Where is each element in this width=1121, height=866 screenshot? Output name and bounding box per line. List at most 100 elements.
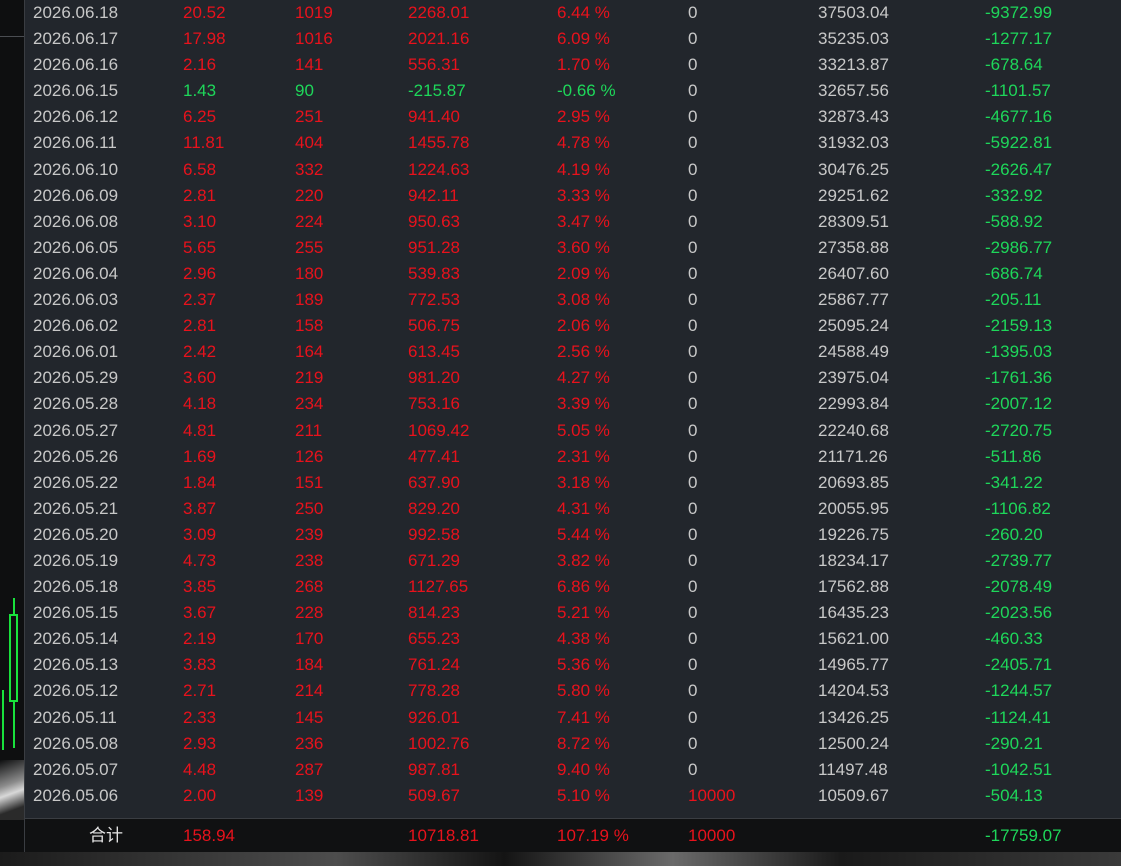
cell-c: 539.83 bbox=[408, 263, 460, 283]
cell-d: 4.78 % bbox=[557, 133, 610, 153]
cell-c: 772.53 bbox=[408, 290, 460, 310]
cell-b: 211 bbox=[295, 420, 323, 440]
table-row[interactable]: 2026.05.13 3.83 184 761.24 5.36 % 0 14965.77 -2… bbox=[25, 652, 1121, 678]
cell-f: 35235.03 bbox=[818, 29, 889, 49]
daily-records-table: 2026.06.18 20.52 1019 2268.01 6.44 % 0 37503.0… bbox=[25, 0, 1121, 818]
cell-f: 21171.26 bbox=[818, 446, 888, 466]
cell-c: 778.28 bbox=[408, 681, 460, 701]
table-row[interactable]: 2026.06.05 5.65 255 951.28 3.60 % 0 27358.88 -2… bbox=[25, 235, 1121, 261]
table-row[interactable]: 2026.05.19 4.73 238 671.29 3.82 % 0 18234.17 -2… bbox=[25, 548, 1121, 574]
cell-f: 22240.68 bbox=[818, 420, 889, 440]
cell-c: 613.45 bbox=[408, 342, 460, 362]
cell-f: 19226.75 bbox=[818, 524, 889, 544]
cell-g: -1101.57 bbox=[985, 81, 1051, 101]
cell-d: 5.21 % bbox=[557, 603, 610, 623]
table-row[interactable]: 2026.05.26 1.69 126 477.41 2.31 % 0 21171.26 -5… bbox=[25, 444, 1121, 470]
table-row[interactable]: 2026.05.12 2.71 214 778.28 5.80 % 0 14204.53 -1… bbox=[25, 678, 1121, 704]
table-row[interactable]: 2026.05.06 2.00 139 509.67 5.10 % 10000 10509.… bbox=[25, 783, 1121, 809]
cell-g: -511.86 bbox=[985, 446, 1042, 466]
cell-f: 22993.84 bbox=[818, 394, 889, 414]
cell-a: 2.81 bbox=[183, 185, 217, 205]
table-row[interactable]: 2026.05.14 2.19 170 655.23 4.38 % 0 15621.00 -4… bbox=[25, 626, 1121, 652]
cell-e: 0 bbox=[688, 681, 698, 701]
total-label: 合计 bbox=[89, 826, 123, 845]
cell-f: 31932.03 bbox=[818, 133, 889, 153]
cell-d: 4.19 % bbox=[557, 159, 610, 179]
cell-date: 2026.05.26 bbox=[33, 446, 119, 466]
table-row[interactable]: 2026.06.10 6.58 332 1224.63 4.19 % 0 30476.25 -… bbox=[25, 157, 1121, 183]
cell-b: 239 bbox=[295, 524, 324, 544]
table-row[interactable]: 2026.05.20 3.09 239 992.58 5.44 % 0 19226.75 -2… bbox=[25, 522, 1121, 548]
cell-e: 0 bbox=[688, 759, 698, 779]
table-row[interactable]: 2026.06.02 2.81 158 506.75 2.06 % 0 25095.24 -2… bbox=[25, 313, 1121, 339]
cell-a: 3.87 bbox=[183, 498, 217, 518]
total-value-c: 10718.81 bbox=[408, 826, 479, 845]
cell-e: 0 bbox=[688, 3, 698, 22]
cell-b: 141 bbox=[295, 55, 324, 75]
cell-date: 2026.05.14 bbox=[33, 629, 119, 649]
table-row[interactable]: 2026.06.11 11.81 404 1455.78 4.78 % 0 31932.03… bbox=[25, 130, 1121, 156]
cell-b: 332 bbox=[295, 159, 324, 179]
cell-date: 2026.06.02 bbox=[33, 316, 119, 336]
table-row[interactable]: 2026.06.16 2.16 141 556.31 1.70 % 0 33213.87 -6… bbox=[25, 52, 1121, 78]
cell-b: 164 bbox=[295, 342, 324, 362]
table-row[interactable]: 2026.06.17 17.98 1016 2021.16 6.09 % 0 35235.0… bbox=[25, 26, 1121, 52]
cell-a: 3.09 bbox=[183, 524, 217, 544]
table-row[interactable]: 2026.06.01 2.42 164 613.45 2.56 % 0 24588.49 -1… bbox=[25, 339, 1121, 365]
cell-a: 1.43 bbox=[183, 81, 217, 101]
cell-f: 14965.77 bbox=[818, 655, 889, 675]
cell-e: 10000 bbox=[688, 785, 736, 805]
table-row[interactable]: 2026.06.15 1.43 90 -215.87 -0.66 % 0 32657.56 -… bbox=[25, 78, 1121, 104]
cell-date: 2026.05.21 bbox=[33, 498, 119, 518]
cell-c: 814.23 bbox=[408, 603, 460, 623]
table-row[interactable]: 2026.05.15 3.67 228 814.23 5.21 % 0 16435.23 -2… bbox=[25, 600, 1121, 626]
table-row[interactable]: 2026.05.22 1.84 151 637.90 3.18 % 0 20693.85 -3… bbox=[25, 470, 1121, 496]
cell-f: 25867.77 bbox=[818, 290, 889, 310]
table-row[interactable]: 2026.05.29 3.60 219 981.20 4.27 % 0 23975.04 -1… bbox=[25, 365, 1121, 391]
table-row[interactable]: 2026.06.04 2.96 180 539.83 2.09 % 0 26407.60 -6… bbox=[25, 261, 1121, 287]
table-row[interactable]: 2026.05.18 3.85 268 1127.65 6.86 % 0 17562.88 -… bbox=[25, 574, 1121, 600]
cell-g: -1106.82 bbox=[985, 498, 1051, 518]
table-row[interactable]: 2026.05.07 4.48 287 987.81 9.40 % 0 11497.48 -1… bbox=[25, 757, 1121, 783]
cell-c: 1069.42 bbox=[408, 420, 470, 440]
table-row[interactable]: 2026.05.27 4.81 211 1069.42 5.05 % 0 22240.68 -… bbox=[25, 418, 1121, 444]
cell-f: 30476.25 bbox=[818, 159, 889, 179]
table-row[interactable]: 2026.05.21 3.87 250 829.20 4.31 % 0 20055.95 -1… bbox=[25, 496, 1121, 522]
cell-e: 0 bbox=[688, 159, 698, 179]
table-row[interactable]: 2026.06.09 2.81 220 942.11 3.33 % 0 29251.62 -3… bbox=[25, 183, 1121, 209]
cell-date: 2026.05.12 bbox=[33, 681, 119, 701]
cell-c: 941.40 bbox=[408, 107, 460, 127]
table-row[interactable]: 2026.06.08 3.10 224 950.63 3.47 % 0 28309.51 -5… bbox=[25, 209, 1121, 235]
cell-f: 18234.17 bbox=[818, 550, 889, 570]
cell-a: 2.71 bbox=[183, 681, 217, 701]
cell-b: 220 bbox=[295, 185, 324, 205]
table-row[interactable]: 2026.06.12 6.25 251 941.40 2.95 % 0 32873.43 -4… bbox=[25, 104, 1121, 130]
cell-date: 2026.05.07 bbox=[33, 759, 119, 779]
cell-b: 158 bbox=[295, 316, 324, 336]
cell-date: 2026.05.20 bbox=[33, 524, 119, 544]
cell-a: 2.42 bbox=[183, 342, 217, 362]
cell-c: 951.28 bbox=[408, 237, 460, 257]
cell-g: -1277.17 bbox=[985, 29, 1053, 49]
cell-d: 8.72 % bbox=[557, 733, 610, 753]
cell-g: -2626.47 bbox=[985, 159, 1053, 179]
cell-b: 219 bbox=[295, 368, 324, 388]
table-row[interactable]: 2026.06.03 2.37 189 772.53 3.08 % 0 25867.77 -2… bbox=[25, 287, 1121, 313]
cell-d: 3.39 % bbox=[557, 394, 610, 414]
cell-f: 20693.85 bbox=[818, 472, 889, 492]
cell-a: 4.73 bbox=[183, 550, 217, 570]
cell-g: -588.92 bbox=[985, 211, 1043, 231]
table-row[interactable]: 2026.05.11 2.33 145 926.01 7.41 % 0 13426.25 -1… bbox=[25, 705, 1121, 731]
background-image-fragment-bottom bbox=[0, 852, 1121, 866]
table-row[interactable]: 2026.05.28 4.18 234 753.16 3.39 % 0 22993.84 -2… bbox=[25, 391, 1121, 417]
cell-a: 2.81 bbox=[183, 316, 217, 336]
cell-d: 5.80 % bbox=[557, 681, 610, 701]
cell-g: -205.11 bbox=[985, 290, 1042, 310]
cell-date: 2026.06.18 bbox=[33, 3, 119, 22]
cell-c: 829.20 bbox=[408, 498, 460, 518]
table-row[interactable]: 2026.05.08 2.93 236 1002.76 8.72 % 0 12500.24 -… bbox=[25, 731, 1121, 757]
cell-b: 170 bbox=[295, 629, 324, 649]
cell-c: 761.24 bbox=[408, 655, 460, 675]
table-row[interactable]: 2026.06.18 20.52 1019 2268.01 6.44 % 0 37503.0… bbox=[25, 0, 1121, 26]
cell-b: 228 bbox=[295, 603, 324, 623]
